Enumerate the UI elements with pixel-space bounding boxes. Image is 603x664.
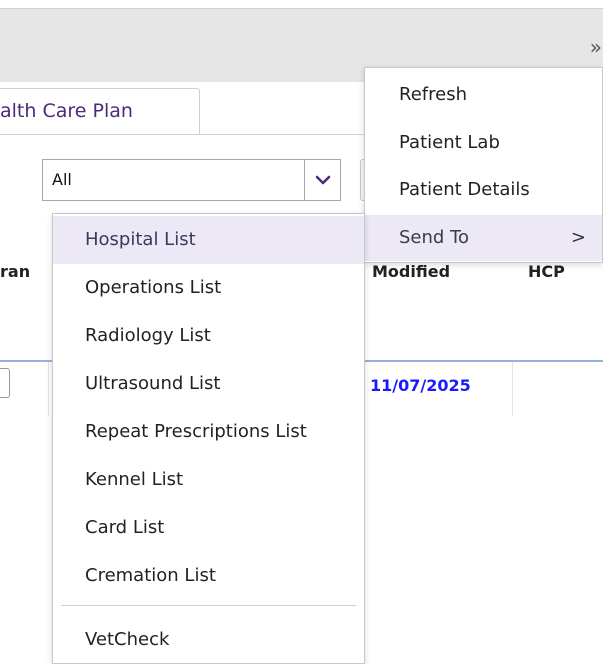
- menu-item-send-to[interactable]: Send To >: [365, 215, 602, 261]
- send-to-submenu: Hospital List Operations List Radiology …: [52, 213, 365, 664]
- double-chevron-right-icon[interactable]: »: [590, 35, 602, 59]
- filter-select-value: All: [52, 170, 72, 189]
- tab-label: alth Care Plan: [0, 100, 133, 122]
- chevron-down-icon[interactable]: [304, 160, 340, 200]
- submenu-item-operations-list[interactable]: Operations List: [53, 264, 364, 312]
- menu-item-label: Send To: [399, 227, 470, 248]
- menu-item-patient-lab[interactable]: Patient Lab: [365, 120, 602, 166]
- submenu-item-ultrasound-list[interactable]: Ultrasound List: [53, 360, 364, 408]
- column-header-hcp[interactable]: HCP: [528, 262, 565, 281]
- tab-health-care-plan[interactable]: alth Care Plan: [0, 88, 200, 134]
- row-checkbox-partial[interactable]: [0, 368, 10, 398]
- menu-item-refresh[interactable]: Refresh: [365, 72, 602, 118]
- context-menu: Refresh Patient Lab Patient Details Send…: [364, 67, 603, 263]
- menu-item-patient-details[interactable]: Patient Details: [365, 167, 602, 213]
- chevron-right-icon: >: [570, 227, 586, 248]
- submenu-item-kennel-list[interactable]: Kennel List: [53, 456, 364, 504]
- column-header-modified[interactable]: Modified: [372, 262, 450, 281]
- submenu-item-cremation-list[interactable]: Cremation List: [53, 552, 364, 600]
- table-row-modified-date[interactable]: 11/07/2025: [370, 376, 471, 395]
- submenu-item-vetcheck[interactable]: VetCheck: [53, 616, 364, 664]
- submenu-item-radiology-list[interactable]: Radiology List: [53, 312, 364, 360]
- column-header-partial[interactable]: ran: [0, 262, 30, 281]
- submenu-item-card-list[interactable]: Card List: [53, 504, 364, 552]
- column-separator: [48, 362, 49, 416]
- filter-select[interactable]: All: [42, 159, 341, 201]
- column-separator: [512, 362, 513, 416]
- submenu-item-repeat-prescriptions-list[interactable]: Repeat Prescriptions List: [53, 408, 364, 456]
- menu-divider: [61, 605, 356, 606]
- submenu-item-hospital-list[interactable]: Hospital List: [53, 216, 364, 264]
- app-window: » alth Care Plan All ran Modified HCP 11…: [0, 0, 603, 664]
